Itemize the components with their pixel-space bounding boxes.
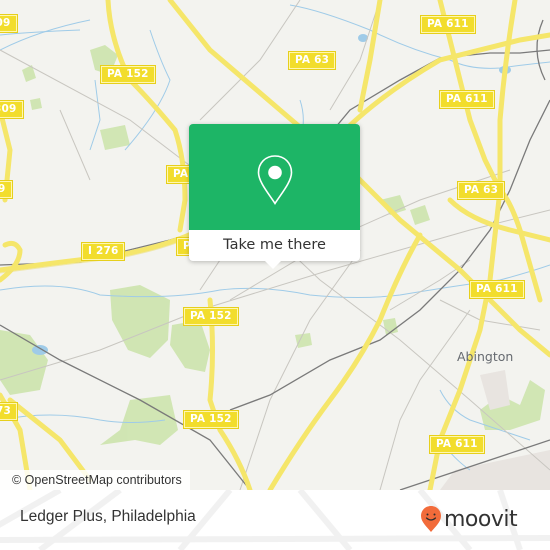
road-shield-i276: I 276	[82, 243, 125, 260]
take-me-there-button[interactable]: Take me there	[189, 230, 360, 261]
road-shield-pa611: PA 611	[440, 91, 494, 108]
location-pin-icon	[257, 155, 293, 205]
road-shield-309: 309	[0, 101, 23, 118]
road-shield-pa63: PA 63	[289, 52, 336, 69]
place-label-abington: Abington	[457, 349, 514, 364]
moovit-logo[interactable]: moovit	[420, 502, 518, 536]
road-shield-pa611: PA 611	[470, 281, 524, 298]
map-attribution[interactable]: © OpenStreetMap contributors	[0, 470, 190, 490]
road-shield-pa611: PA 611	[421, 16, 475, 33]
road-shield-pa152: PA 152	[184, 411, 238, 428]
footer-bar: Ledger Plus, Philadelphia moovit	[0, 490, 550, 550]
location-popup: Take me there	[189, 124, 360, 269]
moovit-pin-icon	[421, 506, 441, 532]
road-shield-pa152: PA 152	[184, 308, 238, 325]
map-view[interactable]: PA 152 PA 63 PA 611 PA 611 PA 63 PA 611 …	[0, 0, 550, 490]
road-shield-pa63: PA 63	[458, 182, 505, 199]
road-shield-pa73: 73	[0, 403, 18, 420]
brand-name: moovit	[444, 506, 518, 532]
place-title: Ledger Plus, Philadelphia	[20, 508, 196, 525]
popup-pointer	[265, 261, 281, 269]
road-shield-pa611: PA 611	[430, 436, 484, 453]
road-shield-309: 9	[0, 181, 12, 198]
road-shield-pa152: PA 152	[101, 66, 155, 83]
road-shield-309: 309	[0, 15, 17, 32]
popup-header	[189, 124, 360, 230]
